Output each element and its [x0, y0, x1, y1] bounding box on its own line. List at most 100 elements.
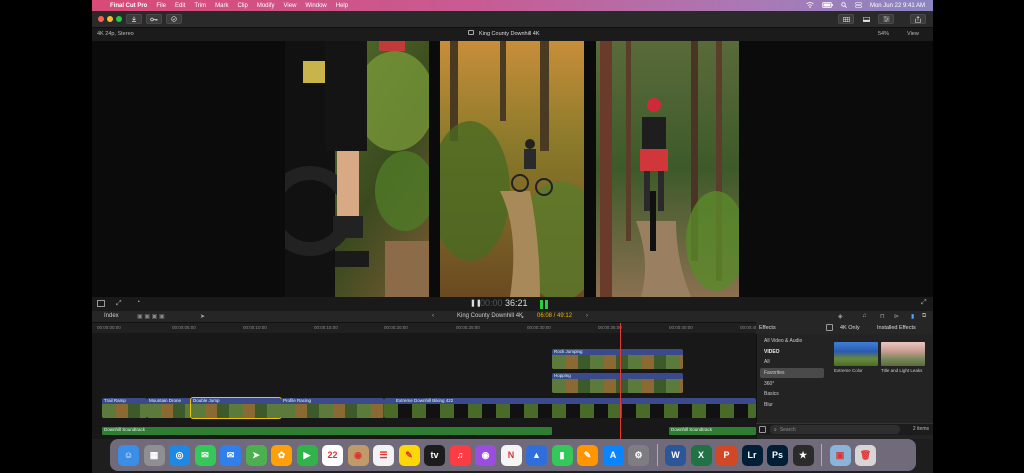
keywords-button[interactable]	[146, 14, 162, 24]
close-window-button[interactable]	[98, 16, 104, 22]
trash-icon[interactable]: 🗑	[855, 444, 876, 466]
select-tool-icon[interactable]: ➤	[200, 313, 205, 320]
lightroom-icon[interactable]: Lr	[741, 444, 763, 466]
fullscreen-icon[interactable]: ⤢	[921, 299, 927, 307]
view-dropdown[interactable]: View	[907, 31, 919, 37]
menu-help[interactable]: Help	[336, 3, 348, 9]
minimize-window-button[interactable]	[107, 16, 113, 22]
menu-file[interactable]: File	[156, 3, 166, 9]
transitions-browser-icon[interactable]: ⧉	[922, 313, 926, 320]
sidebar-toggle-icon[interactable]	[759, 426, 766, 433]
search-icon[interactable]	[841, 1, 847, 10]
launchpad-icon[interactable]: ▦	[143, 444, 165, 466]
menu-mark[interactable]: Mark	[215, 3, 228, 9]
powerpoint-icon[interactable]: P	[716, 444, 737, 466]
effect-item[interactable]: Title and Light Leaks	[881, 342, 925, 374]
menu-edit[interactable]: Edit	[175, 3, 185, 9]
finder-icon[interactable]: ☺	[118, 444, 139, 466]
timeline-clip[interactable]: Mountain Drone	[147, 398, 191, 418]
installed-effects-dropdown[interactable]: Installed Effects	[877, 325, 916, 331]
word-icon[interactable]: W	[665, 444, 686, 466]
audio-skimming-icon[interactable]: ◈	[838, 313, 843, 320]
menu-clip[interactable]: Clip	[237, 3, 247, 9]
calendar-icon[interactable]: 22	[322, 444, 343, 466]
podcasts-icon[interactable]: ◉	[475, 444, 496, 466]
show-inspector-button[interactable]	[878, 14, 894, 24]
snapping-icon[interactable]: ⊓	[880, 313, 885, 320]
forward-chevron-icon[interactable]: ›	[586, 313, 588, 319]
photoshop-icon[interactable]: Ps	[767, 444, 788, 466]
numbers-icon[interactable]: ▮	[551, 444, 573, 466]
index-button[interactable]: Index	[104, 313, 119, 319]
skimming-icon[interactable]: ⊳	[894, 313, 899, 320]
viewer[interactable]	[92, 41, 933, 297]
show-browser-button[interactable]	[838, 14, 854, 24]
pages-icon[interactable]: ✎	[577, 444, 598, 466]
layout-icon[interactable]	[97, 300, 105, 307]
menu-window[interactable]: Window	[305, 3, 326, 9]
audio-clip[interactable]: Downhill Soundtrack	[669, 427, 756, 435]
facetime-icon[interactable]: ▶	[296, 444, 318, 466]
excel-icon[interactable]: X	[690, 444, 712, 466]
timecode-display: 36:21	[505, 298, 528, 308]
keynote-icon[interactable]: ▲	[526, 444, 547, 466]
battery-icon[interactable]	[822, 1, 833, 10]
share-button[interactable]	[910, 14, 926, 24]
menu-app-name[interactable]: Final Cut Pro	[110, 3, 147, 9]
headphones-icon[interactable]: ♫	[862, 313, 867, 319]
wifi-icon[interactable]	[806, 1, 814, 10]
app-store-icon[interactable]: A	[602, 444, 624, 466]
news-icon[interactable]: N	[500, 444, 522, 466]
messages-icon[interactable]: ✉	[194, 444, 216, 466]
fx-category[interactable]: Blur	[760, 400, 824, 411]
timeline-ruler[interactable]: 00:00:00:00 00:00:05:00 00:00:10:00 00:0…	[92, 323, 764, 333]
4k-only-filter[interactable]: 4K Only	[840, 325, 860, 331]
timeline-clip[interactable]: Trail Ramp	[102, 398, 147, 418]
fx-category[interactable]: Basics	[760, 389, 824, 400]
timeline-clip-selected[interactable]: Double Jump	[190, 397, 282, 419]
control-center-icon[interactable]	[855, 1, 862, 10]
effects-search-field[interactable]: ⌕ Search	[770, 425, 900, 434]
final-cut-pro-icon[interactable]: ★	[792, 444, 814, 466]
timeline-clip[interactable]: Rock Jumping	[552, 349, 683, 369]
project-name[interactable]: King County Downhill 4K	[457, 313, 523, 319]
fx-category[interactable]: All	[760, 357, 824, 368]
zoom-level-dropdown[interactable]: 54%	[878, 31, 889, 37]
show-timeline-button[interactable]	[858, 14, 874, 24]
reminders-icon[interactable]: ☰	[373, 444, 394, 466]
background-tasks-button[interactable]	[166, 14, 182, 24]
menu-view[interactable]: View	[284, 3, 297, 9]
zoom-window-button[interactable]	[116, 16, 122, 22]
system-preferences-icon[interactable]: ⚙	[628, 444, 649, 466]
fx-category[interactable]: 360°	[760, 378, 824, 389]
timeline-clip[interactable]: Profile Racing	[281, 398, 384, 418]
contacts-icon[interactable]: ◉	[347, 444, 369, 466]
menu-modify[interactable]: Modify	[257, 3, 275, 9]
transform-icon[interactable]: ⤢	[116, 300, 122, 308]
timeline[interactable]: Rock Jumping Hopping Trail Ramp Mountain…	[92, 323, 756, 439]
safari-icon[interactable]: ◎	[169, 444, 190, 466]
fx-category-selected[interactable]: Favorites	[760, 367, 824, 379]
effect-item[interactable]: Extreme Color	[834, 342, 878, 374]
music-icon[interactable]: ♫	[449, 444, 471, 466]
toggle-sidebar-icon[interactable]	[826, 324, 833, 331]
timeline-clip[interactable]: Hopping	[552, 373, 683, 393]
chevron-down-icon[interactable]: ⌄	[520, 313, 525, 320]
timeline-clip[interactable]: Extreme Downhill Biking 422	[384, 398, 756, 418]
notes-icon[interactable]: ✎	[398, 444, 420, 466]
preview-icon[interactable]: ▣	[829, 444, 851, 466]
back-chevron-icon[interactable]: ‹	[432, 313, 434, 319]
menu-trim[interactable]: Trim	[194, 3, 206, 9]
clip-appearance-icons[interactable]: ▣ ▣ ▣ ▣	[137, 313, 165, 320]
mail-icon[interactable]: ✉	[220, 444, 241, 466]
menu-clock[interactable]: Mon Jun 22 9:41 AM	[870, 3, 925, 9]
playhead[interactable]	[620, 323, 621, 439]
effects-browser-icon[interactable]: ▮	[911, 313, 914, 320]
apple-tv-icon[interactable]: tv	[424, 444, 445, 466]
fx-category[interactable]: All Video & Audio	[760, 336, 824, 347]
import-button[interactable]	[126, 14, 142, 24]
photos-icon[interactable]: ✿	[271, 444, 292, 466]
audio-clip[interactable]: Downhill Soundtrack	[102, 427, 552, 435]
maps-icon[interactable]: ➤	[245, 444, 267, 466]
speed-icon[interactable]: ◔	[136, 299, 140, 306]
